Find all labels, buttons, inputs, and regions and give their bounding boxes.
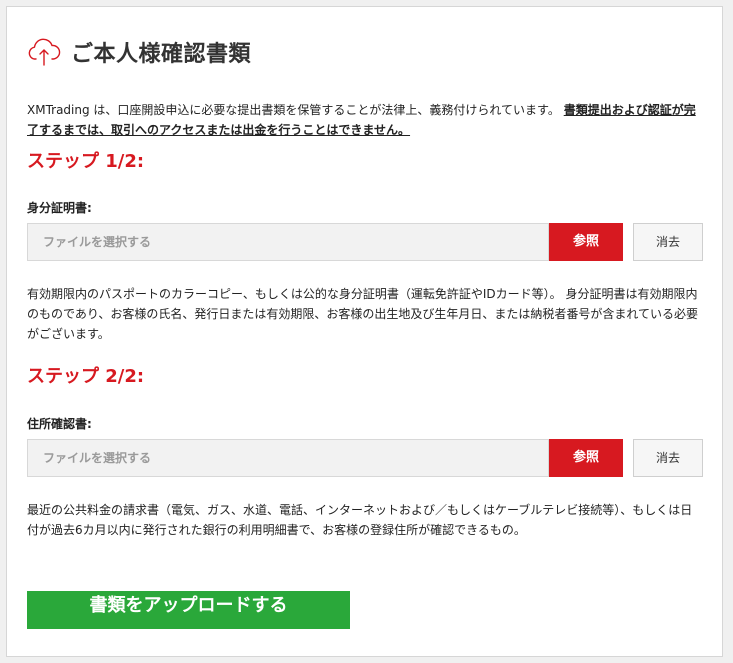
address-document-clear-button[interactable]: 消去	[633, 439, 703, 477]
step-2-heading: ステップ 2/2:	[27, 366, 145, 387]
address-document-file-row: ファイルを選択する 参照 消去	[27, 439, 703, 477]
cloud-upload-icon	[28, 38, 61, 66]
address-document-description: 最近の公共料金の請求書（電気、ガス、水道、電話、インターネットおよび／もしくはケ…	[27, 503, 693, 537]
id-document-label: 身分証明書:	[27, 201, 92, 215]
step-1-heading: ステップ 1/2:	[27, 151, 145, 172]
id-document-browse-button[interactable]: 参照	[549, 223, 623, 261]
id-document-description: 有効期限内のパスポートのカラーコピー、もしくは公的な身分証明書（運転免許証やID…	[27, 287, 699, 341]
id-document-file-row: ファイルを選択する 参照 消去	[27, 223, 703, 261]
address-document-label: 住所確認書:	[27, 417, 92, 431]
address-document-file-input[interactable]: ファイルを選択する	[27, 439, 549, 477]
document-verification-card: ご本人様確認書類 XMTrading は、口座開設申込に必要な提出書類を保管する…	[6, 6, 723, 657]
intro-main: XMTrading は、口座開設申込に必要な提出書類を保管することが法律上、義務…	[27, 103, 560, 117]
id-document-file-input[interactable]: ファイルを選択する	[27, 223, 549, 261]
upload-documents-button[interactable]: 書類をアップロードする	[27, 591, 350, 629]
header: ご本人様確認書類	[27, 35, 251, 69]
page-title: ご本人様確認書類	[71, 42, 252, 67]
id-document-clear-button[interactable]: 消去	[633, 223, 703, 261]
intro-text: XMTrading は、口座開設申込に必要な提出書類を保管することが法律上、義務…	[27, 100, 703, 140]
address-document-browse-button[interactable]: 参照	[549, 439, 623, 477]
